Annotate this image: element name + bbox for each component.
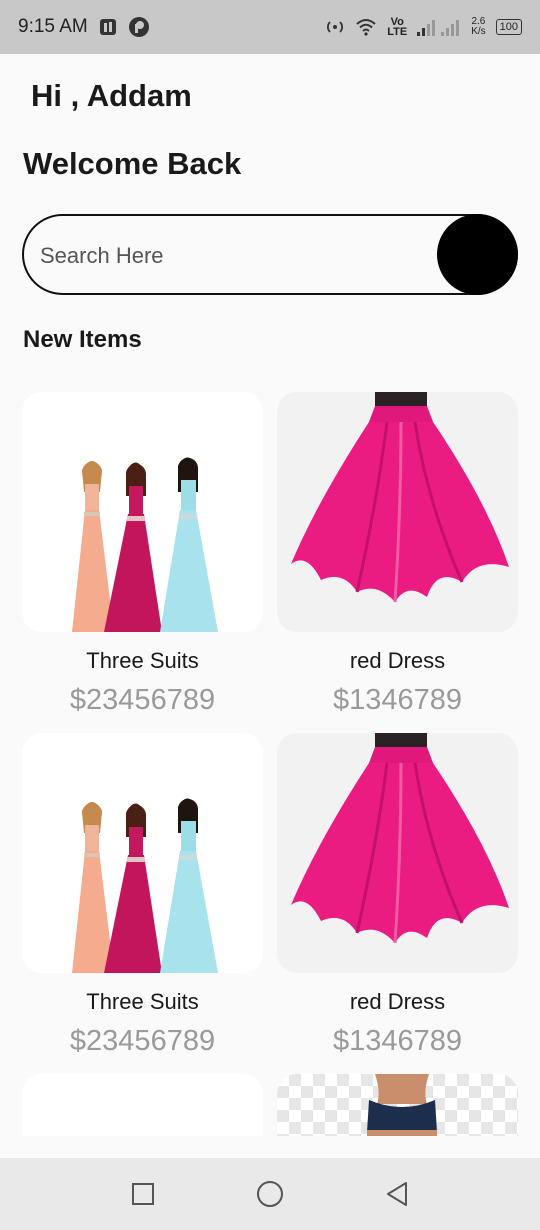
welcome-text: Welcome Back — [23, 146, 242, 181]
product-image[interactable] — [22, 392, 263, 632]
search-button[interactable] — [437, 214, 518, 295]
pink-skirt-image — [291, 733, 509, 944]
product-card[interactable]: red Dress $1346789 — [277, 392, 518, 716]
back-icon[interactable] — [377, 1174, 417, 1214]
product-card[interactable]: Three Suits $23456789 — [22, 392, 263, 716]
three-gowns-image — [72, 457, 218, 632]
product-card-partial[interactable] — [277, 1074, 518, 1136]
product-image[interactable] — [277, 733, 518, 973]
product-price: $23456789 — [69, 684, 216, 716]
section-title: New Items — [23, 326, 142, 353]
status-right: Vo LTE 2.6 K/s 100 — [325, 16, 522, 38]
product-price: $1346789 — [332, 1025, 463, 1057]
product-card[interactable]: red Dress $1346789 — [277, 733, 518, 1057]
clock: 9:15 AM — [18, 16, 88, 37]
product-card[interactable]: Three Suits $23456789 — [22, 733, 263, 1057]
product-image[interactable] — [22, 733, 263, 973]
status-left: 9:15 AM — [18, 16, 150, 38]
product-price: $1346789 — [332, 684, 463, 716]
signal-strength-icon — [417, 18, 461, 36]
volte-indicator: Vo LTE — [387, 16, 408, 38]
product-price: $23456789 — [69, 1025, 216, 1057]
battery-indicator: 100 — [495, 19, 522, 35]
product-name: red Dress — [349, 648, 446, 673]
product-name: red Dress — [349, 989, 446, 1014]
status-bar: 9:15 AM Vo LTE 2.6 K/s 100 — [0, 0, 540, 54]
pink-skirt-image — [291, 392, 509, 603]
navy-top-image — [367, 1074, 437, 1136]
three-gowns-image — [72, 798, 218, 973]
notification-badge-icon — [128, 16, 150, 38]
hotspot-icon — [325, 18, 345, 36]
product-image[interactable] — [277, 392, 518, 632]
system-nav-bar — [0, 1158, 540, 1230]
product-name: Three Suits — [86, 648, 199, 673]
home-icon[interactable] — [250, 1174, 290, 1214]
app-notification-icon — [98, 17, 118, 37]
greeting-text: Hi , Addam — [31, 78, 192, 113]
wifi-icon — [355, 18, 377, 36]
network-speed: 2.6 K/s — [471, 16, 486, 37]
search-bar — [22, 214, 518, 295]
product-name: Three Suits — [86, 989, 199, 1014]
product-card-partial[interactable] — [22, 1074, 263, 1136]
search-input[interactable] — [38, 234, 422, 278]
recent-apps-icon[interactable] — [123, 1174, 163, 1214]
